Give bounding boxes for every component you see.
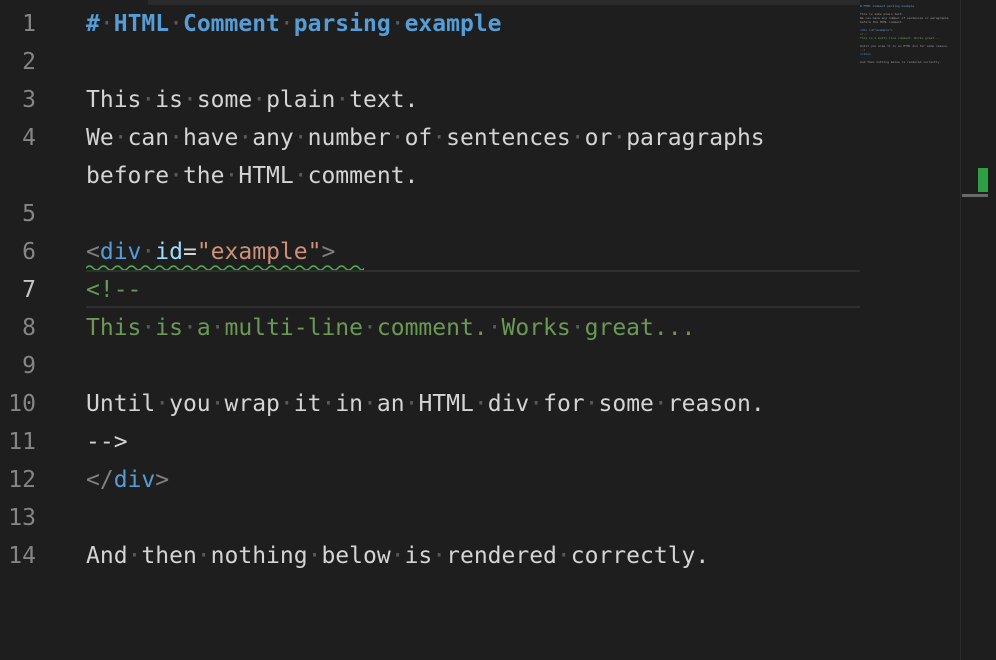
line-number: 9 (22, 353, 36, 379)
code-line-11: --> (86, 429, 128, 455)
minimap-line: <div id="example"> (860, 29, 893, 32)
scrollbar-change-marker (978, 168, 988, 192)
line-number-gutter[interactable]: 1 2 3 4 5 6 7 8 9 10 11 12 13 14 (0, 0, 60, 660)
code-line-12: </div> (86, 467, 170, 493)
minimap-line: before the HTML comment. (860, 21, 904, 24)
scrollbar-cursor-marker (962, 194, 988, 197)
code-line-14: And·then·nothing·below·is·rendered·corre… (86, 543, 710, 569)
minimap-line: This is a multi-line comment. Works grea… (860, 37, 940, 40)
minimap-line: We can have any number of sentences or p… (860, 17, 949, 20)
minimap-line: --> (860, 49, 866, 52)
minimap-line: And then nothing below is rendered corre… (860, 61, 942, 64)
minimap-line: # HTML Comment parsing example (860, 5, 915, 8)
vertical-scrollbar[interactable] (960, 0, 996, 660)
minimap-line: Until you wrap it in an HTML div for som… (860, 45, 949, 48)
code-line-4: We·can·have·any·number·of·sentences·or·p… (86, 125, 765, 151)
code-editor[interactable]: 1 2 3 4 5 6 7 8 9 10 11 12 13 14 #·HTML·… (0, 0, 996, 660)
line-number: 5 (22, 201, 36, 227)
line-number: 10 (8, 391, 36, 417)
line-number: 13 (8, 505, 36, 531)
line-number: 2 (22, 49, 36, 75)
current-line-highlight (86, 270, 860, 308)
line-number: 14 (8, 543, 36, 569)
code-line-4-wrap: before·the·HTML·comment. (86, 163, 419, 189)
minimap-line: </div> (860, 53, 871, 56)
minimap-line: <!-- (860, 33, 868, 36)
line-number: 12 (8, 467, 36, 493)
line-number: 11 (8, 429, 36, 455)
line-number: 8 (22, 315, 36, 341)
code-line-6: <div·id="example"> (86, 239, 336, 265)
code-line-10: Until·you·wrap·it·in·an·HTML·div·for·som… (86, 391, 765, 417)
line-number: 1 (22, 11, 36, 37)
line-number: 4 (22, 125, 36, 151)
code-line-7: <!-- (86, 277, 142, 303)
code-line-3: This·is·some·plain·text. (86, 87, 419, 113)
line-number: 6 (22, 239, 36, 265)
line-number-active: 7 (22, 277, 36, 303)
minimap[interactable]: # HTML Comment parsing example This is s… (860, 0, 960, 660)
code-line-8: This·is·a·multi-line·comment.·Works·grea… (86, 315, 696, 341)
code-line-1: #·HTML·Comment·parsing·example (86, 11, 502, 37)
line-number: 3 (22, 87, 36, 113)
minimap-line: This is some plain text. (860, 13, 904, 16)
